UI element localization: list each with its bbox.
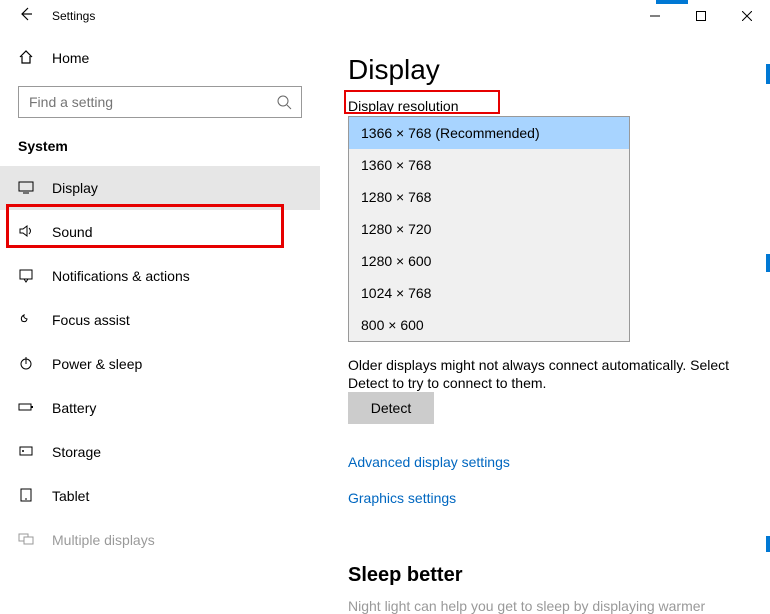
tablet-icon bbox=[18, 487, 34, 506]
sidebar-item-label: Battery bbox=[52, 400, 96, 416]
home-button[interactable]: Home bbox=[0, 38, 320, 78]
titlebar: Settings bbox=[0, 0, 770, 32]
sidebar-item-tablet[interactable]: Tablet bbox=[0, 474, 320, 518]
maximize-button[interactable] bbox=[678, 0, 724, 32]
sidebar: Home System Display Sound Notifications … bbox=[0, 32, 320, 609]
dropdown-option[interactable]: 1024 × 768 bbox=[349, 277, 629, 309]
sidebar-item-label: Sound bbox=[52, 224, 92, 240]
sound-icon bbox=[18, 223, 34, 242]
sleep-header: Sleep better bbox=[348, 564, 462, 587]
minimize-button[interactable] bbox=[632, 0, 678, 32]
focus-icon bbox=[18, 311, 34, 330]
main-content: Display Display resolution 1366 × 768 (R… bbox=[320, 32, 770, 609]
sidebar-item-display[interactable]: Display bbox=[0, 166, 320, 210]
search-input[interactable] bbox=[18, 86, 302, 118]
resolution-dropdown[interactable]: 1366 × 768 (Recommended) 1360 × 768 1280… bbox=[348, 116, 630, 342]
display-icon bbox=[18, 179, 34, 198]
sleep-text: Night light can help you get to sleep by… bbox=[348, 598, 750, 614]
resolution-label: Display resolution bbox=[348, 98, 459, 114]
sidebar-item-power[interactable]: Power & sleep bbox=[0, 342, 320, 386]
dropdown-option[interactable]: 1366 × 768 (Recommended) bbox=[349, 117, 629, 149]
advanced-display-link[interactable]: Advanced display settings bbox=[348, 454, 510, 470]
sidebar-item-notifications[interactable]: Notifications & actions bbox=[0, 254, 320, 298]
sidebar-item-battery[interactable]: Battery bbox=[0, 386, 320, 430]
dropdown-option[interactable]: 1280 × 720 bbox=[349, 213, 629, 245]
sidebar-item-label: Multiple displays bbox=[52, 532, 155, 548]
battery-icon bbox=[18, 399, 34, 418]
storage-icon bbox=[18, 443, 34, 462]
dropdown-option[interactable]: 1280 × 768 bbox=[349, 181, 629, 213]
search-icon bbox=[276, 94, 292, 115]
notifications-icon bbox=[18, 267, 34, 286]
detect-button[interactable]: Detect bbox=[348, 392, 434, 424]
sidebar-item-multiple[interactable]: Multiple displays bbox=[0, 518, 320, 562]
page-title: Display bbox=[348, 54, 750, 86]
dropdown-option[interactable]: 800 × 600 bbox=[349, 309, 629, 341]
sidebar-item-label: Storage bbox=[52, 444, 101, 460]
detect-description: Older displays might not always connect … bbox=[348, 356, 750, 392]
home-label: Home bbox=[52, 50, 89, 66]
window-title: Settings bbox=[52, 9, 95, 23]
sidebar-item-label: Display bbox=[52, 180, 98, 196]
sidebar-item-label: Power & sleep bbox=[52, 356, 142, 372]
sidebar-item-sound[interactable]: Sound bbox=[0, 210, 320, 254]
close-button[interactable] bbox=[724, 0, 770, 32]
power-icon bbox=[18, 355, 34, 374]
home-icon bbox=[18, 49, 34, 68]
back-icon[interactable] bbox=[18, 6, 34, 27]
multiple-icon bbox=[18, 531, 34, 550]
sidebar-item-storage[interactable]: Storage bbox=[0, 430, 320, 474]
sidebar-item-label: Focus assist bbox=[52, 312, 130, 328]
section-header: System bbox=[0, 132, 320, 166]
sidebar-item-focus[interactable]: Focus assist bbox=[0, 298, 320, 342]
sidebar-item-label: Notifications & actions bbox=[52, 268, 190, 284]
accent-strip bbox=[656, 0, 688, 4]
dropdown-option[interactable]: 1360 × 768 bbox=[349, 149, 629, 181]
dropdown-option[interactable]: 1280 × 600 bbox=[349, 245, 629, 277]
sidebar-item-label: Tablet bbox=[52, 488, 89, 504]
graphics-settings-link[interactable]: Graphics settings bbox=[348, 490, 456, 506]
